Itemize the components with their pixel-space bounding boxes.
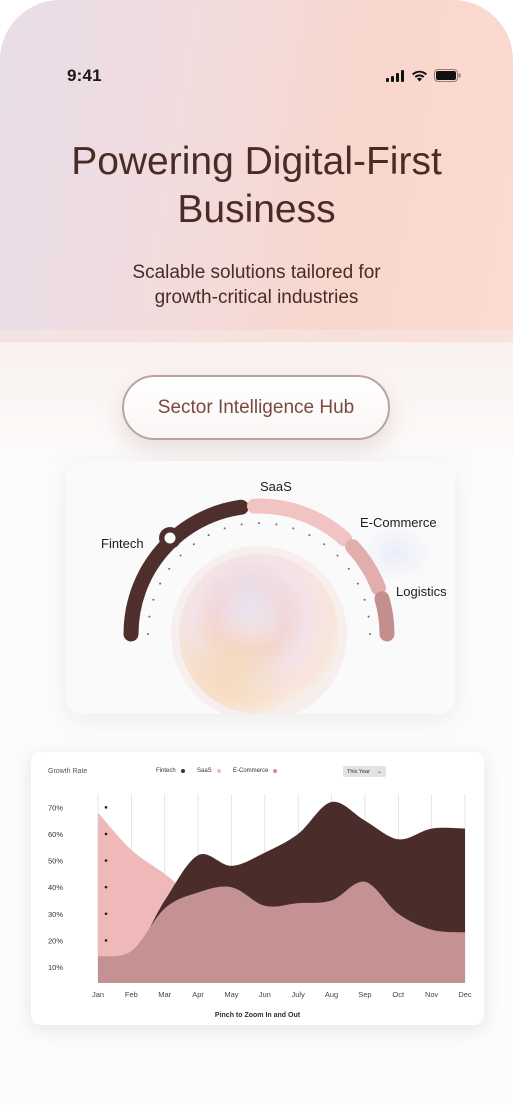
legend-swatch: [180, 769, 185, 773]
dial-orb-tint: [179, 554, 339, 714]
period-value: This Year: [347, 768, 370, 775]
status-bar: 9:41: [0, 60, 513, 92]
dial-dot: [179, 554, 182, 557]
chart-title: Growth Rate: [48, 768, 88, 775]
sector-arc-logistics[interactable]: [374, 591, 395, 642]
x-tick-label: Jun: [259, 990, 271, 999]
signal-icon: [386, 69, 404, 82]
dial-dot: [308, 534, 311, 537]
legend-label: Fintech: [156, 768, 176, 774]
status-icons: [386, 69, 461, 82]
y-axis-ticks: 70% 60% 50% 40% 30% 20% 10%: [48, 803, 63, 972]
x-tick-label: Apr: [192, 990, 204, 999]
dial-dot: [336, 554, 339, 557]
dial-dot: [356, 582, 359, 585]
y-tick-label: 40%: [48, 883, 63, 892]
x-tick-label: Jan: [92, 990, 104, 999]
sector-intelligence-hub-button[interactable]: Sector Intelligence Hub: [122, 375, 390, 440]
x-tick-label: Nov: [425, 990, 439, 999]
legend-swatch: [273, 769, 278, 773]
dial-dot: [207, 534, 210, 537]
dial-dot: [258, 522, 260, 524]
dial-dot: [152, 598, 155, 601]
dial-dot: [168, 567, 171, 570]
page-title: Powering Digital-First Business: [20, 138, 493, 234]
sector-label-logistics[interactable]: Logistics: [396, 584, 447, 599]
x-axis-ticks: Jan Feb Mar Apr May Jun July Aug Sep Oct Nov Dec: [92, 990, 472, 999]
x-tick-label: Mar: [158, 990, 171, 999]
series-marker: [104, 806, 108, 809]
chevron-down-icon: ⌄: [376, 769, 382, 775]
dial-dot: [369, 633, 371, 635]
legend-item-fintech[interactable]: Fintech: [156, 768, 185, 774]
dial-dot: [367, 615, 370, 618]
series-marker: [104, 859, 108, 862]
y-tick-label: 70%: [48, 803, 63, 812]
dial-dot: [323, 543, 326, 546]
legend-item-saas[interactable]: SaaS: [197, 768, 221, 774]
dial-dot: [347, 567, 350, 570]
x-tick-label: Feb: [125, 990, 138, 999]
legend-swatch: [216, 769, 221, 773]
sector-arc-saas[interactable]: [247, 498, 353, 547]
title-line-1: Powering Digital-First: [71, 140, 442, 183]
series-marker: [104, 885, 108, 889]
x-tick-label: July: [292, 990, 306, 999]
dial-dot: [223, 527, 226, 530]
x-tick-label: May: [224, 990, 238, 999]
dial-dot: [292, 527, 295, 530]
dial-knob-center: [164, 532, 176, 544]
chart-areas: [98, 801, 465, 983]
dial-dot: [240, 523, 243, 526]
dial-dot: [192, 543, 195, 546]
y-tick-label: 20%: [48, 936, 63, 945]
y-tick-label: 50%: [48, 857, 63, 866]
period-dropdown[interactable]: This Year ⌄: [343, 766, 386, 777]
growth-chart-card[interactable]: 70% 60% 50% 40% 30% 20% 10% Jan Feb Mar Apr May Jun…: [31, 752, 484, 1025]
y-tick-label: 60%: [48, 830, 63, 839]
sector-label-saas[interactable]: SaaS: [260, 479, 292, 494]
subtitle-line-2: growth-critical industries: [154, 287, 359, 308]
legend-label: E-Commerce: [233, 768, 269, 774]
sector-label-ecommerce[interactable]: E-Commerce: [360, 515, 437, 530]
series-marker: [104, 939, 108, 942]
status-time: 9:41: [67, 66, 102, 85]
sector-dial-card: Fintech SaaS E-Commerce Logistics: [66, 461, 455, 714]
subtitle: Scalable solutions tailored for growth-c…: [40, 260, 473, 310]
x-tick-label: Aug: [325, 990, 338, 999]
battery-icon: [434, 69, 461, 82]
series-marker: [104, 912, 108, 916]
y-tick-label: 10%: [48, 963, 63, 972]
x-tick-label: Sep: [358, 990, 371, 999]
legend-label: SaaS: [197, 768, 212, 774]
y-tick-label: 30%: [48, 910, 63, 919]
dial-dot: [363, 598, 366, 601]
dial-dot: [147, 633, 149, 635]
pinch-hint: Pinch to Zoom In and Out: [214, 1012, 301, 1019]
app-screen: 9:41 Powering Digital-First Business Sca…: [0, 0, 513, 1105]
x-tick-label: Oct: [392, 990, 405, 999]
dial-dot: [275, 523, 278, 526]
legend-item-e-commerce[interactable]: E-Commerce: [233, 768, 278, 774]
subtitle-line-1: Scalable solutions tailored for: [132, 262, 381, 283]
x-tick-label: Dec: [458, 990, 472, 999]
series-marker: [104, 832, 108, 836]
dial-dot: [148, 615, 151, 618]
growth-area-chart[interactable]: 70% 60% 50% 40% 30% 20% 10% Jan Feb Mar Apr May Jun…: [31, 752, 484, 1025]
title-line-2: Business: [177, 188, 336, 231]
sector-label-fintech[interactable]: Fintech: [101, 536, 144, 551]
wifi-icon: [412, 70, 427, 81]
dial-dot: [159, 582, 162, 585]
